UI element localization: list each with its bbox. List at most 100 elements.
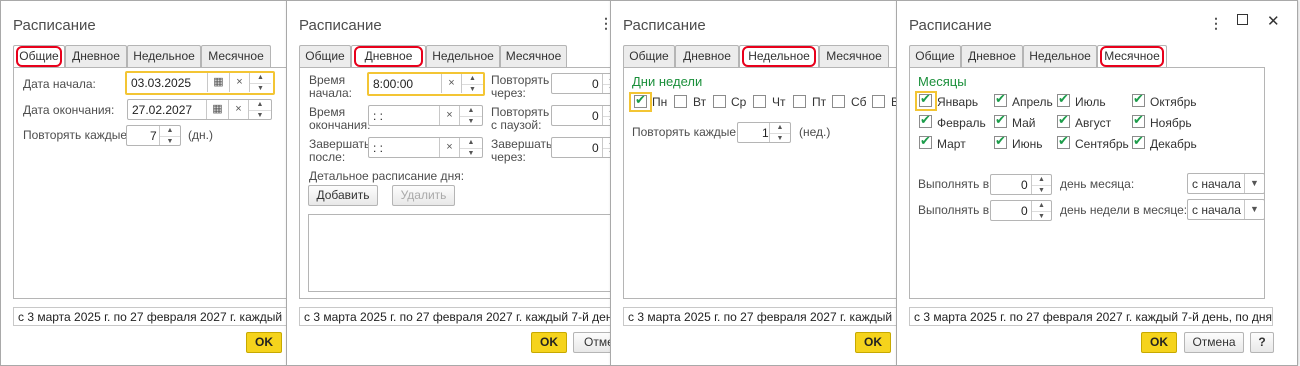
- time-start-field[interactable]: 8:00:00 × ▲ ▼: [367, 72, 485, 96]
- checkbox-nov[interactable]: [1132, 113, 1145, 128]
- checkbox-apr[interactable]: [994, 92, 1007, 107]
- tab-daily[interactable]: Дневное: [675, 45, 739, 67]
- window-title: Расписание: [909, 17, 992, 34]
- checkbox-oct[interactable]: [1132, 92, 1145, 107]
- exec-label-1: Выполнять в:: [918, 177, 993, 191]
- schedule-summary: с 3 марта 2025 г. по 27 февраля 2027 г. …: [299, 307, 611, 326]
- checkbox-may[interactable]: [994, 113, 1007, 128]
- checkbox-tue[interactable]: [674, 95, 687, 108]
- maximize-icon[interactable]: [1237, 14, 1248, 25]
- label-tue: Вт: [693, 95, 707, 109]
- ok-button[interactable]: OK: [531, 332, 567, 353]
- checkbox-aug[interactable]: [1057, 113, 1070, 128]
- time-start-stepper[interactable]: ▲ ▼: [461, 74, 483, 93]
- start-date-field[interactable]: 03.03.2025 ▦ × ▲ ▼: [125, 71, 275, 95]
- finish-via-label: Завершать через:: [491, 137, 553, 164]
- tab-monthly[interactable]: Месячное: [819, 45, 889, 67]
- checkbox-wed[interactable]: [713, 95, 726, 108]
- time-end-label: Время окончания:: [309, 105, 371, 132]
- day-of-month-select[interactable]: с начала ▼: [1187, 173, 1265, 194]
- tab-general[interactable]: Общие: [623, 45, 675, 67]
- checkbox-thu[interactable]: [753, 95, 766, 108]
- finish-after-field[interactable]: : : × ▲ ▼: [368, 137, 483, 158]
- label-apr: Апрель: [1012, 95, 1053, 109]
- delete-button[interactable]: Удалить: [392, 185, 455, 206]
- time-end-field[interactable]: : : × ▲ ▼: [368, 105, 483, 126]
- checkbox-jan[interactable]: [919, 92, 932, 107]
- window-title: Расписание: [299, 17, 382, 34]
- checkbox-sun[interactable]: [872, 95, 885, 108]
- clear-icon[interactable]: ×: [228, 100, 248, 119]
- tab-daily[interactable]: Дневное: [961, 45, 1023, 67]
- add-button[interactable]: Добавить: [308, 185, 378, 206]
- tab-general[interactable]: Общие: [299, 45, 351, 67]
- calendar-icon[interactable]: ▦: [206, 100, 228, 119]
- time-end-stepper[interactable]: ▲ ▼: [459, 106, 482, 125]
- day-of-week-value: с начала: [1192, 203, 1241, 217]
- repeat-days-stepper[interactable]: ▲ ▼: [159, 126, 180, 145]
- label-wed: Ср: [731, 95, 747, 109]
- cancel-button[interactable]: Отмена: [1184, 332, 1244, 353]
- repeat-days-input[interactable]: 7 ▲ ▼: [126, 125, 181, 146]
- repeat-pause-input[interactable]: 0 ▲▼: [551, 105, 620, 126]
- end-date-stepper[interactable]: ▲ ▼: [248, 100, 271, 119]
- repeat-weeks-stepper[interactable]: ▲ ▼: [769, 123, 790, 142]
- clear-icon[interactable]: ×: [441, 74, 461, 93]
- clear-icon[interactable]: ×: [229, 73, 249, 92]
- label-aug: Август: [1075, 116, 1112, 130]
- ok-button[interactable]: OK: [855, 332, 891, 353]
- finish-via-value: 0: [592, 141, 599, 155]
- repeat-pause-value: 0: [592, 109, 599, 123]
- finish-after-stepper[interactable]: ▲ ▼: [459, 138, 482, 157]
- label-thu: Чт: [772, 95, 786, 109]
- tab-monthly[interactable]: Месячное: [500, 45, 567, 67]
- checkbox-mon[interactable]: [634, 93, 647, 108]
- detail-schedule-list[interactable]: [308, 214, 618, 292]
- checkbox-dec[interactable]: [1132, 134, 1145, 149]
- tab-weekly[interactable]: Недельное: [127, 45, 201, 67]
- checkbox-fri[interactable]: [793, 95, 806, 108]
- label-sat: Сб: [851, 95, 867, 109]
- ok-button[interactable]: OK: [246, 332, 282, 353]
- help-button[interactable]: ?: [1250, 332, 1274, 353]
- checkbox-sep[interactable]: [1057, 134, 1070, 149]
- ok-button[interactable]: OK: [1141, 332, 1177, 353]
- clear-icon[interactable]: ×: [439, 106, 459, 125]
- repeat-after-input[interactable]: 0 ▲▼: [551, 73, 620, 94]
- cancel-button[interactable]: Отме: [573, 332, 614, 353]
- tab-weekly[interactable]: Недельное: [1023, 45, 1097, 67]
- exec-day-input[interactable]: 0 ▲ ▼: [990, 174, 1052, 195]
- tab-weekly[interactable]: Недельное: [739, 45, 819, 68]
- chevron-down-icon[interactable]: ▼: [1244, 174, 1264, 193]
- tab-daily[interactable]: Дневное: [351, 45, 426, 68]
- tab-general[interactable]: Общие: [13, 45, 65, 68]
- exec-weekday-input[interactable]: 0 ▲ ▼: [990, 200, 1052, 221]
- calendar-icon[interactable]: ▦: [207, 73, 229, 92]
- weekly-panel: Дни недели Пн Вт Ср Чт Пт Сб В Повторять…: [623, 67, 899, 299]
- exec-weekday-stepper[interactable]: ▲ ▼: [1031, 201, 1051, 220]
- checkbox-feb[interactable]: [919, 113, 932, 128]
- day-of-week-select[interactable]: с начала ▼: [1187, 199, 1265, 220]
- label-jul: Июль: [1075, 95, 1106, 109]
- close-icon[interactable]: ✕: [1267, 12, 1280, 30]
- checkbox-sat[interactable]: [832, 95, 845, 108]
- tab-monthly[interactable]: Месячное: [201, 45, 271, 67]
- tab-weekly[interactable]: Недельное: [426, 45, 500, 67]
- tab-daily[interactable]: Дневное: [65, 45, 127, 67]
- tab-general[interactable]: Общие: [909, 45, 961, 67]
- clear-icon[interactable]: ×: [439, 138, 459, 157]
- tab-monthly[interactable]: Месячное: [1097, 45, 1167, 68]
- repeat-weeks-input[interactable]: 1 ▲ ▼: [737, 122, 791, 143]
- exec-day-stepper[interactable]: ▲ ▼: [1031, 175, 1051, 194]
- finish-via-input[interactable]: 0 ▲▼: [551, 137, 620, 158]
- schedule-window-general: Расписание Общие Дневное Недельное Месяч…: [0, 0, 289, 366]
- window-title: Расписание: [623, 17, 706, 34]
- chevron-down-icon[interactable]: ▼: [1244, 200, 1264, 219]
- checkbox-mar[interactable]: [919, 134, 932, 149]
- schedule-window-daily: Расписание ⋮ Общие Дневное Недельное Мес…: [286, 0, 620, 366]
- more-icon[interactable]: ⋮: [1209, 15, 1223, 32]
- checkbox-jun[interactable]: [994, 134, 1007, 149]
- end-date-field[interactable]: 27.02.2027 ▦ × ▲ ▼: [127, 99, 272, 120]
- start-date-stepper[interactable]: ▲ ▼: [249, 73, 271, 92]
- checkbox-jul[interactable]: [1057, 92, 1070, 107]
